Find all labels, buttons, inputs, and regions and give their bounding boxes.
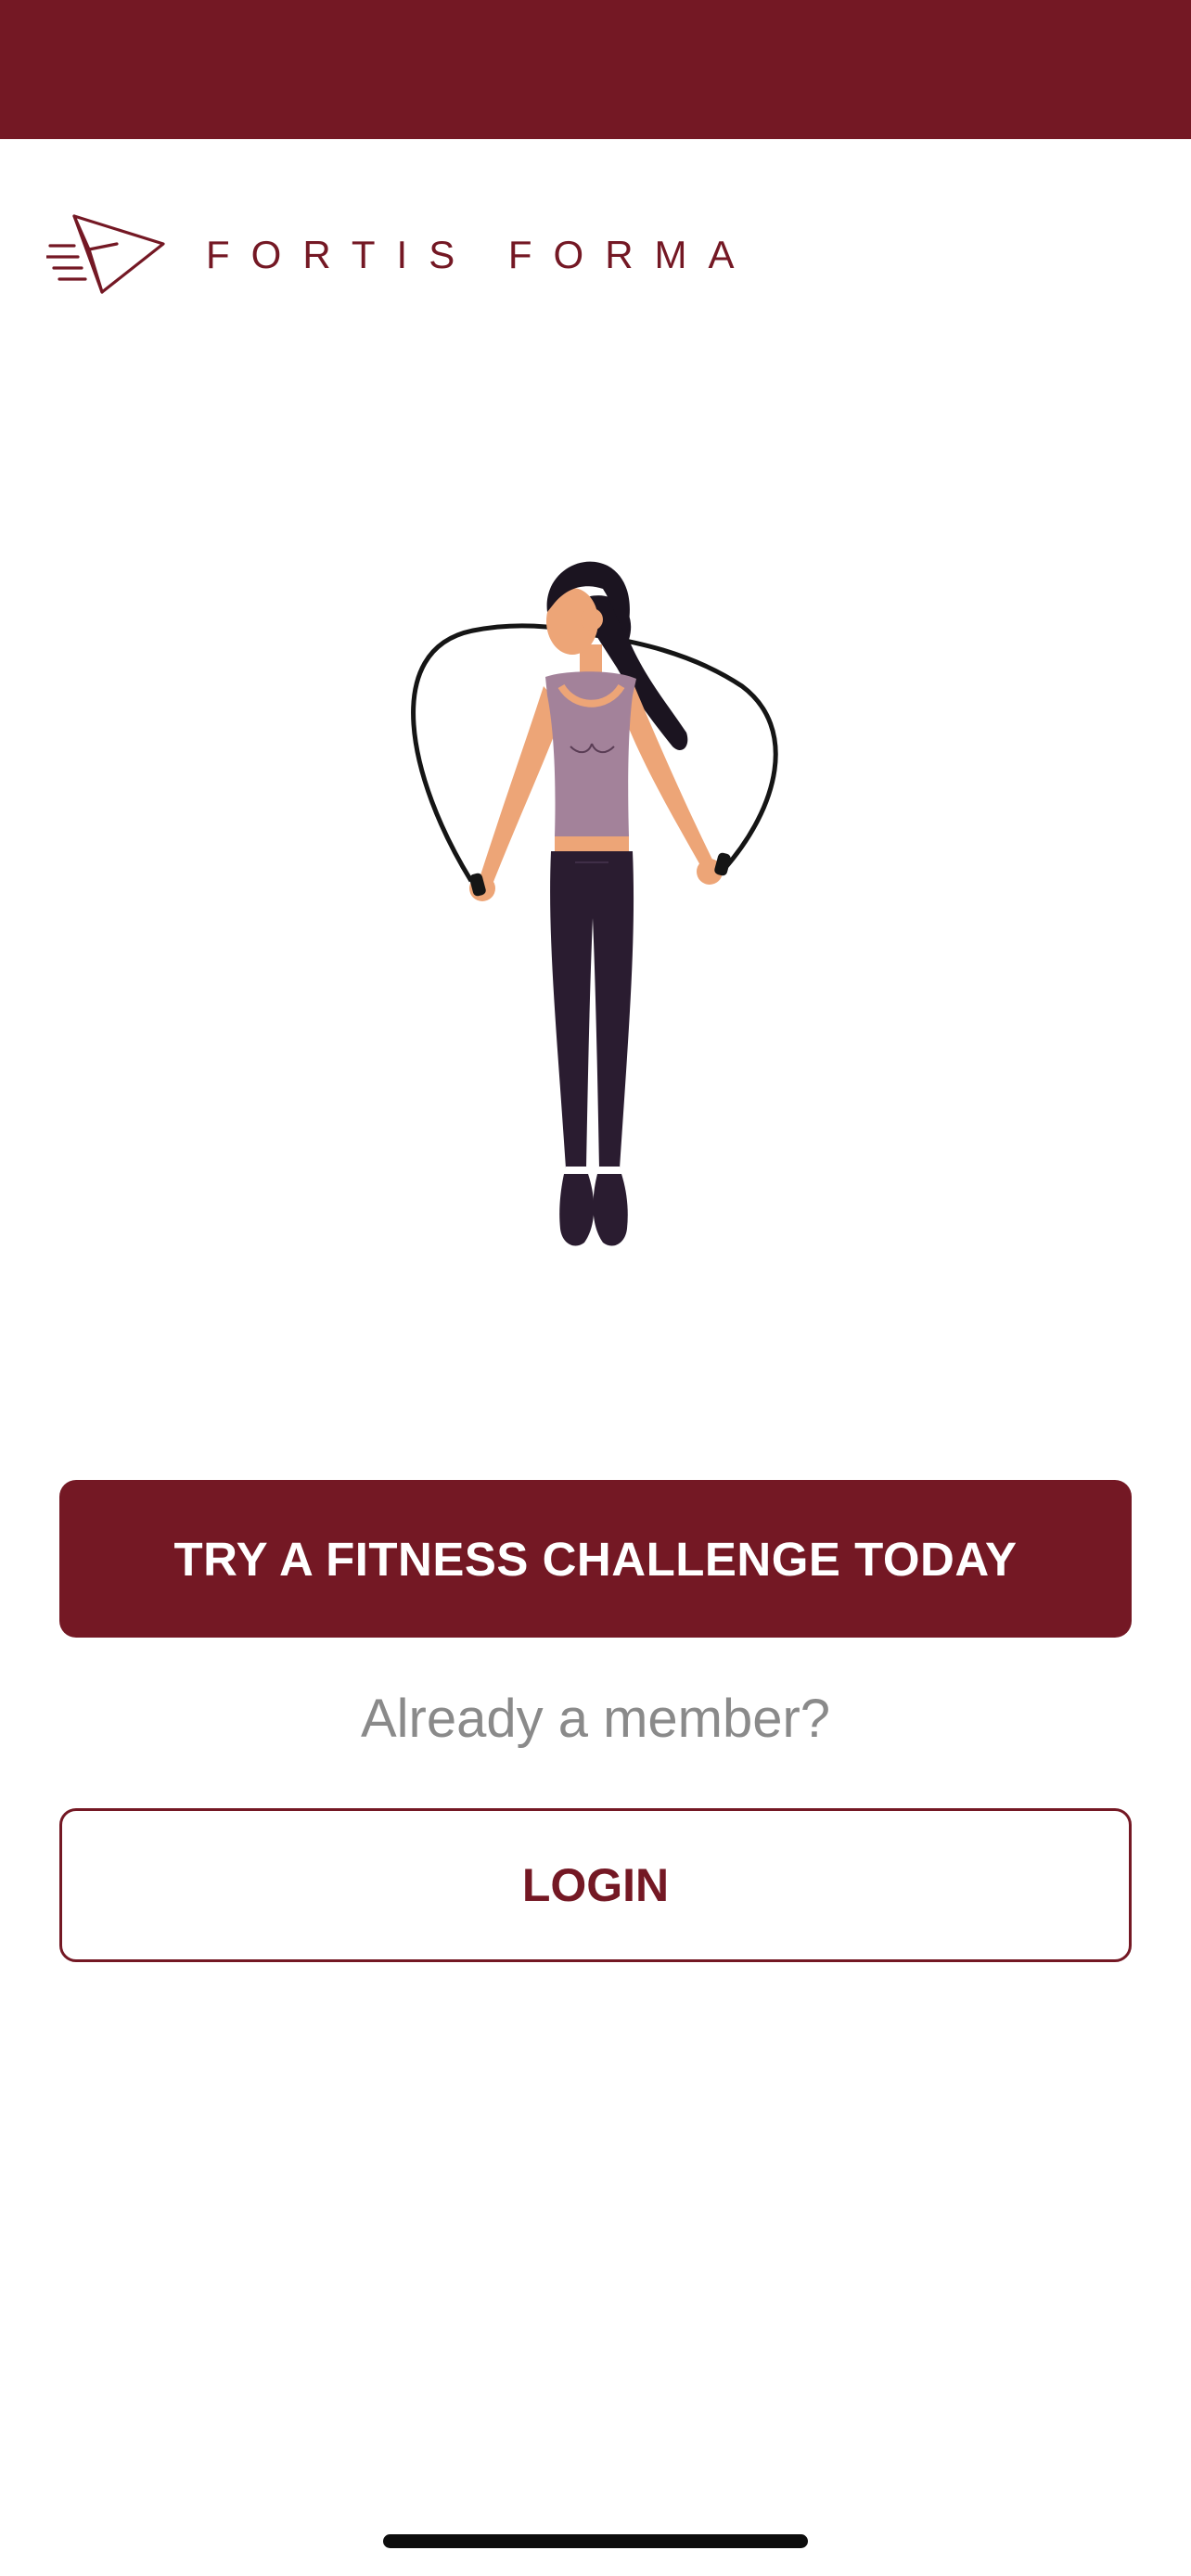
- home-indicator[interactable]: [383, 2534, 808, 2548]
- brand-logo: FORTIS FORMA: [46, 206, 756, 303]
- try-fitness-challenge-button[interactable]: TRY A FITNESS CHALLENGE TODAY: [59, 1480, 1132, 1638]
- login-button[interactable]: LOGIN: [59, 1808, 1132, 1962]
- woman-jumping-rope-illustration: [390, 547, 801, 1252]
- brand-name: FORTIS FORMA: [206, 232, 756, 276]
- status-bar: [0, 0, 1191, 139]
- already-member-text: Already a member?: [360, 1689, 831, 1749]
- paper-plane-arrow-icon: [46, 209, 167, 301]
